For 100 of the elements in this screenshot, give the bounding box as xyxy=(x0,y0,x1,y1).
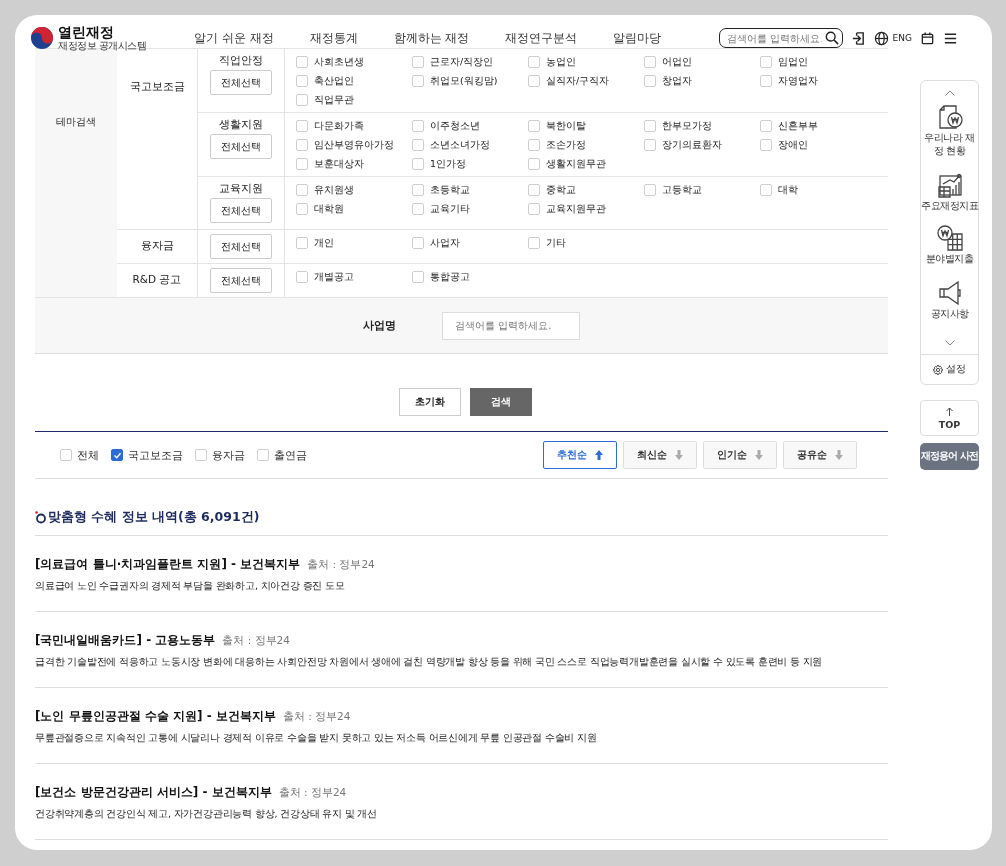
chart-icon xyxy=(935,171,964,199)
subcategory-label: 생활지원 xyxy=(219,118,263,132)
option-label: 고등학교 xyxy=(662,183,702,197)
filter-label: 출연금 xyxy=(274,447,307,463)
result-description: 의료급여 노인 수급권자의 경제적 부담을 완화하고, 치아건강 증진 도모 xyxy=(35,580,346,593)
option-label: 취업모(워킹맘) xyxy=(430,74,498,88)
field-label: 사업명 xyxy=(363,318,396,333)
bullet-icon xyxy=(35,511,46,524)
reset-button[interactable]: 초기화 xyxy=(399,388,461,416)
option-label: 개별공고 xyxy=(314,270,354,284)
chevron-up-icon[interactable] xyxy=(944,90,955,96)
subcategory-label: 교육지원 xyxy=(219,182,263,196)
option-label: 이주청소년 xyxy=(430,119,480,133)
source-label: 출처 : 정부24 xyxy=(278,786,347,800)
option-label: 초등학교 xyxy=(430,183,470,197)
nav-link[interactable]: 재정통계 xyxy=(291,29,376,47)
option-label: 소년소녀가정 xyxy=(430,138,490,152)
option-label: 통합공고 xyxy=(430,270,470,284)
option-label: 조손가정 xyxy=(546,138,586,152)
dictionary-button[interactable]: 재정용어 사전 xyxy=(920,443,979,470)
option-label: 유치원생 xyxy=(314,183,354,197)
option-label: 신혼부부 xyxy=(778,119,818,133)
section-label: 테마검색 xyxy=(56,115,96,129)
select-all-button[interactable]: 전체선택 xyxy=(210,268,272,293)
globe-icon xyxy=(874,30,890,46)
option-label: 중학교 xyxy=(546,183,576,197)
option-label: 축산업인 xyxy=(314,74,354,88)
select-all-button[interactable]: 전체선택 xyxy=(210,234,272,259)
source-label: 출처 : 정부24 xyxy=(282,710,351,724)
filter-label: 전체 xyxy=(77,447,99,463)
arrow-down-icon xyxy=(755,450,763,460)
nav-link[interactable]: 재정연구분석 xyxy=(487,29,596,47)
option-label: 농업인 xyxy=(546,55,576,69)
nav-link[interactable]: 알림마당 xyxy=(595,29,680,47)
result-title-link[interactable]: [의료급여 틀니·치과임플란트 지원] - 보건복지부 xyxy=(35,556,301,573)
option-label: 직업무관 xyxy=(314,93,354,107)
sort-button[interactable]: 추천순 xyxy=(543,441,617,469)
option-label: 장기의료환자 xyxy=(662,138,722,152)
option-label: 창업자 xyxy=(662,74,692,88)
category-label: 국고보조금 xyxy=(129,80,185,94)
language-link[interactable]: ENG xyxy=(892,33,912,43)
option-label: 다문화가족 xyxy=(314,119,364,133)
subcategory-label: 직업안정 xyxy=(219,54,263,68)
source-label: 출처 : 정부24 xyxy=(307,558,375,572)
result-description: 급격한 기술발전에 적응하고 노동시장 변화에 대응하는 사회안전망 차원에서 생애에 걸친 역량개발 향상 등을 위해 국민 스스로 직업능력개발훈련을 실시할 수 있도록 훈련비 등 지원 xyxy=(35,656,824,669)
checkbox[interactable] xyxy=(111,449,123,461)
filter-label: 융자금 xyxy=(212,447,245,463)
name-search-field[interactable]: 검색어를 입력하세요. xyxy=(442,311,580,340)
option-label: 임산부영유아가정 xyxy=(314,138,394,152)
settings-button[interactable]: 설정 xyxy=(933,355,966,384)
search-icon xyxy=(825,31,840,45)
category-label: 융자금 xyxy=(140,239,174,253)
option-label: 대학 xyxy=(778,183,798,197)
option-label: 북한이탈 xyxy=(546,119,586,133)
filter-label: 국고보조금 xyxy=(128,447,183,463)
arrow-up-icon xyxy=(946,406,953,416)
option-label: 근로자/직장인 xyxy=(430,55,494,69)
result-title-link[interactable]: [국민내일배움카드] - 고용노동부 xyxy=(35,632,216,649)
nav-link[interactable]: 알기 쉬운 재정 xyxy=(176,29,292,47)
option-label: 사회초년생 xyxy=(314,55,364,69)
quick-menu-link[interactable]: 주요재정지표 xyxy=(921,199,978,212)
option-label: 생활지원무관 xyxy=(546,157,606,171)
option-label: 사업자 xyxy=(430,236,460,250)
login-icon[interactable] xyxy=(851,30,867,46)
logo-title[interactable]: 열린재정 xyxy=(58,25,147,40)
quick-menu-link[interactable]: 공지사항 xyxy=(921,307,978,320)
quick-menu-link[interactable]: 분야별지출 xyxy=(921,252,978,265)
result-title-link[interactable]: [보건소 방문건강관리 서비스] - 보건복지부 xyxy=(35,784,272,801)
quick-menu-link[interactable]: 우리나라 재정 현황 xyxy=(921,131,978,157)
sort-button[interactable]: 인기순 xyxy=(703,441,777,469)
option-label: 교육기타 xyxy=(430,202,470,216)
option-label: 대학원 xyxy=(314,202,344,216)
calendar-icon[interactable] xyxy=(919,30,935,46)
option-label: 기타 xyxy=(546,236,566,250)
results-heading: 맞춤형 수혜 정보 내역(총 6,091건) xyxy=(48,509,260,526)
option-label: 개인 xyxy=(314,236,334,250)
search-button[interactable]: 검색 xyxy=(470,388,532,416)
category-label: R&D 공고 xyxy=(132,273,182,287)
select-all-button[interactable]: 전체선택 xyxy=(210,134,272,159)
option-label: 실직자/구직자 xyxy=(546,74,610,88)
source-label: 출처 : 정부24 xyxy=(222,634,290,648)
arrow-down-icon xyxy=(675,450,683,460)
option-label: 보훈대상자 xyxy=(314,157,364,171)
sort-button[interactable]: 최신순 xyxy=(623,441,697,469)
option-label: 장애인 xyxy=(778,138,808,152)
settings-icon xyxy=(933,364,943,375)
select-all-button[interactable]: 전체선택 xyxy=(210,70,272,95)
nav-link[interactable]: 함께하는 재정 xyxy=(375,29,488,47)
sort-button[interactable]: 공유순 xyxy=(783,441,857,469)
search-field[interactable]: 검색어를 입력하세요. xyxy=(719,28,844,48)
option-label: 1인가정 xyxy=(430,157,467,171)
result-title-link[interactable]: [노인 무릎인공관절 수술 지원] - 보건복지부 xyxy=(35,708,276,725)
arrow-down-icon xyxy=(835,450,843,460)
top-button[interactable]: TOP xyxy=(920,400,979,436)
result-description: 무릎관절증으로 지속적인 고통에 시달리나 경제적 이유로 수술을 받지 못하고 있는 저소득 어르신에게 무릎 인공관절 수술비 지원 xyxy=(35,732,598,745)
option-label: 한부모가정 xyxy=(662,119,712,133)
select-all-button[interactable]: 전체선택 xyxy=(210,198,272,223)
option-label: 임업인 xyxy=(778,55,808,69)
option-label: 어업인 xyxy=(662,55,692,69)
chevron-down-icon[interactable] xyxy=(944,340,955,346)
